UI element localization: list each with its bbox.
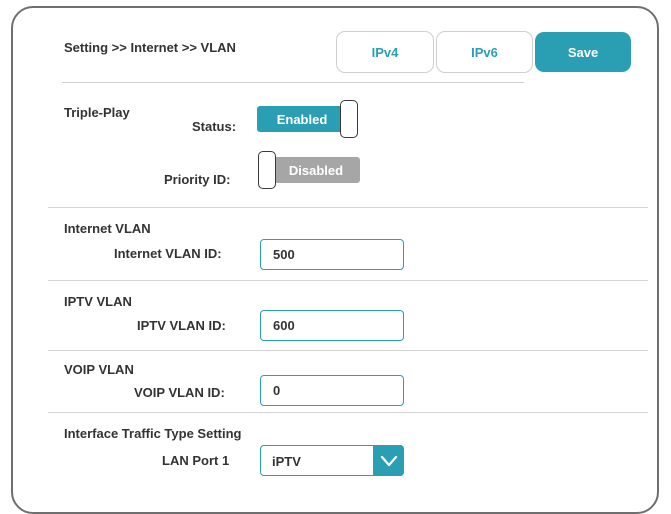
- iptv-vlan-id-input[interactable]: [260, 310, 404, 341]
- traffic-type-title: Interface Traffic Type Setting: [64, 426, 242, 441]
- iptv-vlan-id-label: IPTV VLAN ID:: [137, 318, 226, 333]
- priority-id-toggle[interactable]: Disabled: [258, 151, 360, 189]
- ipv6-tab-button[interactable]: IPv6: [436, 31, 533, 73]
- status-toggle[interactable]: Enabled: [257, 100, 359, 138]
- section-divider: [48, 280, 648, 281]
- lan-port-1-selected-value: iPTV: [272, 454, 301, 469]
- internet-vlan-title: Internet VLAN: [64, 221, 151, 236]
- save-button[interactable]: Save: [535, 32, 631, 72]
- ipv4-tab-button[interactable]: IPv4: [336, 31, 434, 73]
- voip-vlan-id-input[interactable]: [260, 375, 404, 406]
- triple-play-title: Triple-Play: [64, 105, 130, 120]
- lan-port-1-label: LAN Port 1: [162, 453, 230, 468]
- internet-vlan-id-label: Internet VLAN ID:: [114, 246, 222, 261]
- status-label: Status:: [192, 119, 237, 134]
- status-toggle-knob: [340, 100, 358, 138]
- voip-vlan-id-label: VOIP VLAN ID:: [134, 385, 225, 400]
- priority-id-toggle-text: Disabled: [272, 157, 360, 183]
- breadcrumb: Setting >> Internet >> VLAN: [64, 40, 236, 55]
- status-toggle-text: Enabled: [257, 106, 347, 132]
- iptv-vlan-title: IPTV VLAN: [64, 294, 132, 309]
- priority-id-toggle-knob: [258, 151, 276, 189]
- priority-id-label: Priority ID:: [164, 172, 231, 187]
- lan-port-1-select[interactable]: iPTV: [260, 445, 404, 476]
- internet-vlan-id-input[interactable]: [260, 239, 404, 270]
- chevron-down-icon[interactable]: [373, 445, 404, 476]
- section-divider: [48, 207, 648, 208]
- section-divider: [48, 350, 648, 351]
- voip-vlan-title: VOIP VLAN: [64, 362, 134, 377]
- header-divider: [62, 82, 524, 83]
- section-divider: [48, 412, 648, 413]
